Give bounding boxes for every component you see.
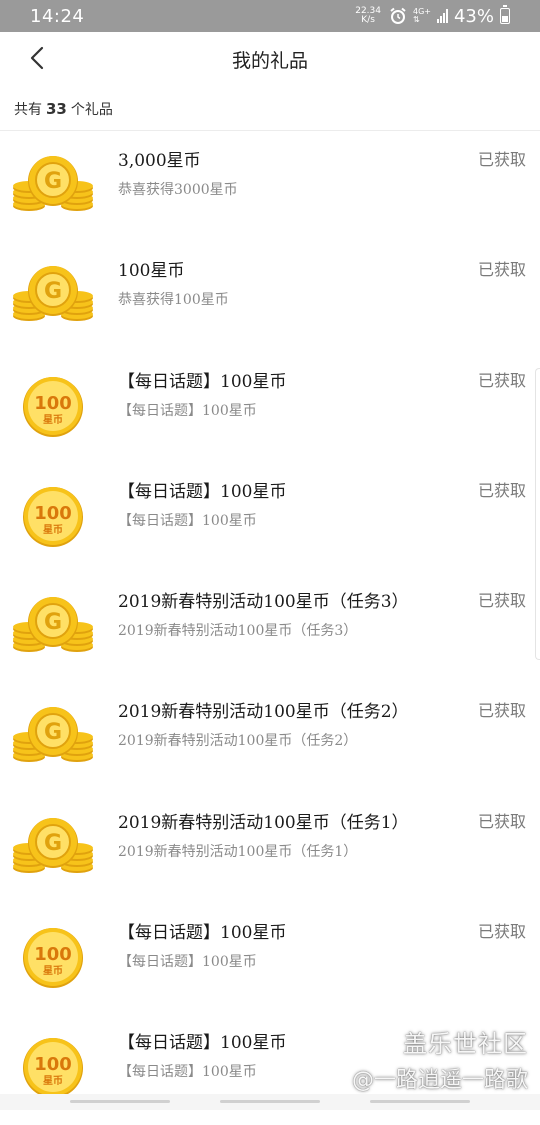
watermark-brand: 盖乐世社区 bbox=[403, 1030, 528, 1058]
coin-100-icon: 100 星币 bbox=[23, 486, 83, 547]
gift-title: 3,000星币 bbox=[118, 151, 201, 171]
gold-coin-stack-icon: G bbox=[13, 817, 93, 873]
svg-text:100: 100 bbox=[34, 393, 72, 414]
svg-text:星币: 星币 bbox=[43, 414, 63, 426]
gift-title: 【每日话题】100星币 bbox=[118, 1033, 287, 1054]
gift-title: 100星币 bbox=[118, 261, 185, 282]
gift-status[interactable]: 已获取 bbox=[478, 697, 526, 721]
gift-subtitle: 【每日话题】100星币 bbox=[118, 1064, 257, 1081]
svg-text:G: G bbox=[44, 831, 62, 856]
gift-subtitle: 恭喜获得3000星币 bbox=[118, 182, 238, 198]
gold-coin-stack-icon: G bbox=[13, 266, 93, 322]
gift-item[interactable]: G 2019新春特别活动100星币（任务1） 2019新春特别活动100星币（任… bbox=[0, 794, 540, 904]
battery-percent: 43% bbox=[453, 5, 494, 27]
data-arrows-icon: ⇅ bbox=[412, 15, 420, 24]
gift-item[interactable]: 100 星币 【每日话题】100星币 【每日话题】100星币 已获取 bbox=[0, 463, 540, 573]
bottom-nav-bar bbox=[0, 1094, 540, 1110]
nav-bar: 我的礼品 bbox=[0, 32, 540, 84]
svg-text:100: 100 bbox=[34, 503, 72, 524]
gift-subtitle: 恭喜获得100星币 bbox=[118, 292, 229, 309]
coin-100-icon: 100 星币 bbox=[23, 376, 83, 437]
gift-title: 2019新春特别活动100星币（任务3） bbox=[118, 592, 409, 613]
network-type: 4G+ ⇅ bbox=[413, 8, 431, 24]
gift-status[interactable]: 已获取 bbox=[478, 256, 526, 280]
svg-text:100: 100 bbox=[34, 944, 72, 965]
gift-count-suffix: 个礼品 bbox=[70, 102, 113, 118]
net-speed-unit: K/s bbox=[361, 15, 375, 25]
gift-title: 【每日话题】100星币 bbox=[118, 371, 287, 392]
gift-title: 2019新春特别活动100星币（任务2） bbox=[118, 702, 409, 723]
gift-subtitle: 【每日话题】100星币 bbox=[118, 402, 257, 419]
gift-title: 【每日话题】100星币 bbox=[118, 923, 287, 944]
gift-count-text: 共有 33 个礼品 bbox=[14, 99, 113, 119]
gift-subtitle: 【每日话题】100星币 bbox=[118, 512, 257, 529]
gift-title: 2019新春特别活动100星币（任务1） bbox=[118, 812, 409, 833]
page-title: 我的礼品 bbox=[231, 50, 308, 72]
gift-status[interactable]: 已获取 bbox=[478, 146, 526, 170]
svg-text:G: G bbox=[44, 169, 62, 194]
svg-text:星币: 星币 bbox=[43, 1075, 63, 1087]
svg-text:G: G bbox=[44, 279, 62, 304]
gift-item[interactable]: 100 星币 【每日话题】100星币 【每日话题】100星币 已获取 bbox=[0, 353, 540, 463]
svg-text:G: G bbox=[44, 720, 62, 745]
alarm-icon bbox=[390, 7, 406, 24]
gift-status[interactable]: 已获取 bbox=[478, 477, 526, 501]
gift-count-number: 33 bbox=[46, 100, 67, 118]
nav-handle-right bbox=[370, 1100, 470, 1103]
gift-subtitle: 【每日话题】100星币 bbox=[118, 954, 257, 971]
gift-list: G 3,000星币 恭喜获得3000星币 已获取 G 100星币 恭喜获得100… bbox=[0, 132, 540, 1125]
svg-text:100: 100 bbox=[34, 1054, 72, 1075]
gift-subtitle: 2019新春特别活动100星币（任务3） bbox=[118, 623, 358, 640]
scroll-indicator[interactable] bbox=[535, 368, 540, 660]
gift-status[interactable]: 已获取 bbox=[478, 367, 526, 391]
gift-item[interactable]: 100 星币 【每日话题】100星币 【每日话题】100星币 已获取 bbox=[0, 904, 540, 1014]
gold-coin-stack-icon: G bbox=[13, 597, 93, 653]
gift-status[interactable]: 已获取 bbox=[478, 587, 526, 611]
battery-icon bbox=[500, 5, 510, 24]
net-speed: 22.34 K/s bbox=[355, 7, 381, 25]
gift-count-prefix: 共有 bbox=[14, 102, 42, 118]
status-icons: 22.34 K/s 4G+ ⇅ 43% bbox=[355, 4, 510, 28]
svg-text:G: G bbox=[44, 610, 62, 635]
gift-item[interactable]: G 3,000星币 恭喜获得3000星币 已获取 bbox=[0, 132, 540, 242]
status-bar: 14:24 22.34 K/s 4G+ ⇅ 43% bbox=[0, 0, 540, 32]
gift-status[interactable]: 已获取 bbox=[478, 808, 526, 832]
nav-handle-left bbox=[70, 1100, 170, 1103]
coin-100-icon: 100 星币 bbox=[23, 1038, 83, 1099]
gift-item[interactable]: G 100星币 恭喜获得100星币 已获取 bbox=[0, 242, 540, 352]
gift-item[interactable]: G 2019新春特别活动100星币（任务2） 2019新春特别活动100星币（任… bbox=[0, 683, 540, 793]
signal-icon bbox=[436, 9, 448, 23]
gift-subtitle: 2019新春特别活动100星币（任务1） bbox=[118, 843, 358, 860]
gift-item[interactable]: G 2019新春特别活动100星币（任务3） 2019新春特别活动100星币（任… bbox=[0, 573, 540, 683]
svg-text:星币: 星币 bbox=[43, 965, 63, 977]
gift-count-bar: 共有 33 个礼品 bbox=[0, 84, 540, 131]
status-time: 14:24 bbox=[30, 6, 85, 27]
gift-title: 【每日话题】100星币 bbox=[118, 481, 287, 502]
gold-coin-stack-icon: G bbox=[13, 707, 93, 763]
gold-coin-stack-icon: G bbox=[13, 156, 93, 211]
coin-100-icon: 100 星币 bbox=[23, 928, 83, 989]
gift-status[interactable]: 已获取 bbox=[478, 918, 526, 942]
nav-handle-center bbox=[220, 1100, 320, 1103]
watermark-user: @一路逍遥一路歌 bbox=[351, 1068, 528, 1093]
svg-text:星币: 星币 bbox=[43, 524, 63, 536]
gift-subtitle: 2019新春特别活动100星币（任务2） bbox=[118, 733, 358, 750]
